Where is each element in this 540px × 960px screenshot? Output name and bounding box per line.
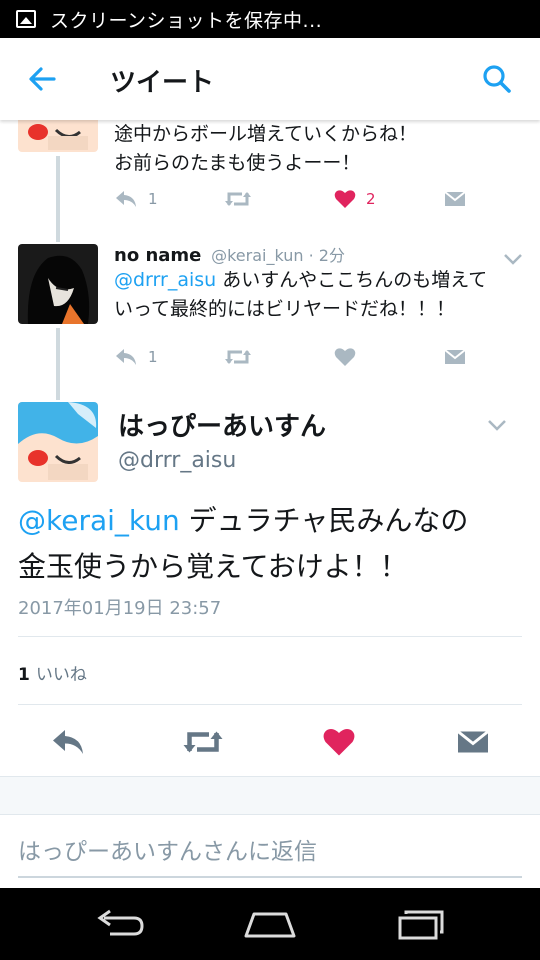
retweet-button[interactable] bbox=[182, 722, 224, 762]
tweet-header: no name @kerai_kun · 2分 bbox=[114, 242, 345, 266]
reply-count: 1 bbox=[148, 348, 158, 366]
reply-count: 1 bbox=[148, 190, 158, 208]
recent-apps-icon[interactable] bbox=[392, 906, 452, 942]
retweet-icon bbox=[183, 731, 223, 753]
search-icon[interactable] bbox=[478, 60, 516, 98]
reply-button[interactable]: 1 bbox=[114, 342, 158, 372]
reply-button[interactable]: 1 bbox=[114, 184, 158, 214]
tweet-actions: 1 bbox=[114, 342, 524, 372]
reply-icon bbox=[116, 191, 136, 207]
main-tweet-actions bbox=[0, 722, 540, 762]
tweet-text: @drrr_aisu あいすんやここちんのも増えて いって最終的にはビリヤードだ… bbox=[114, 266, 530, 324]
tweet-actions: 1 2 bbox=[114, 184, 524, 214]
message-button[interactable] bbox=[456, 722, 490, 762]
navigation-bar bbox=[0, 888, 540, 960]
tweet-text: @kerai_kun デュラチャ民みんなの 金玉使うから覚えておけよ！！ bbox=[18, 498, 528, 590]
retweet-icon bbox=[225, 192, 251, 206]
timestamp: 2017年01月19日 23:57 bbox=[18, 598, 222, 619]
status-bar: スクリーンショットを保存中... bbox=[0, 0, 540, 38]
tweet-detail: 途中からボール増えていくからね！ お前らのたまも使うよーー！ 1 2 no na… bbox=[0, 120, 540, 888]
reply-icon bbox=[116, 349, 136, 365]
text-line: お前らのたまも使うよーー！ bbox=[114, 152, 361, 174]
handle[interactable]: @drrr_aisu bbox=[118, 448, 236, 473]
heart-icon bbox=[334, 190, 356, 208]
spacer bbox=[0, 777, 540, 815]
like-button[interactable] bbox=[322, 722, 356, 762]
like-count: 2 bbox=[366, 190, 376, 208]
reply-input-underline bbox=[18, 876, 522, 878]
thread-line bbox=[56, 156, 60, 242]
chevron-down-icon[interactable] bbox=[502, 252, 524, 266]
avatar[interactable] bbox=[18, 402, 98, 482]
divider bbox=[18, 704, 522, 705]
text-line: いって最終的にはビリヤードだね！！！ bbox=[114, 298, 456, 320]
like-button[interactable]: 2 bbox=[334, 184, 376, 214]
back-icon[interactable] bbox=[90, 906, 150, 942]
image-icon bbox=[16, 10, 36, 28]
page-title: ツイート bbox=[110, 68, 215, 98]
retweet-button[interactable] bbox=[224, 184, 252, 214]
text-line: 途中からボール増えていくからね！ bbox=[114, 123, 418, 145]
display-name[interactable]: no name bbox=[114, 245, 201, 266]
chevron-down-icon[interactable] bbox=[486, 418, 508, 432]
likes-label: いいね bbox=[35, 665, 87, 685]
avatar[interactable] bbox=[18, 244, 98, 324]
likes-summary[interactable]: 1 いいね bbox=[18, 660, 87, 685]
home-icon[interactable] bbox=[240, 906, 300, 942]
display-name[interactable]: はっぴーあいすん bbox=[118, 406, 326, 443]
avatar[interactable] bbox=[18, 120, 98, 152]
envelope-icon bbox=[444, 191, 466, 206]
thread-line bbox=[56, 328, 60, 400]
divider bbox=[18, 636, 522, 637]
tweet-text: 途中からボール増えていくからね！ お前らのたまも使うよーー！ bbox=[114, 120, 524, 178]
retweet-button[interactable] bbox=[224, 342, 252, 372]
text-segment: デュラチャ民みんなの bbox=[179, 504, 469, 537]
reply-icon bbox=[53, 730, 83, 754]
message-button[interactable] bbox=[444, 342, 466, 372]
text-line: 金玉使うから覚えておけよ！！ bbox=[18, 550, 408, 583]
reply-button[interactable] bbox=[50, 722, 86, 762]
reply-input[interactable]: はっぴーあいすんさんに返信 bbox=[18, 832, 317, 866]
handle: @kerai_kun · 2分 bbox=[211, 246, 345, 265]
status-text: スクリーンショットを保存中... bbox=[50, 9, 323, 32]
mention-link[interactable]: @drrr_aisu bbox=[114, 269, 216, 291]
envelope-icon bbox=[457, 730, 489, 753]
heart-icon bbox=[323, 729, 355, 756]
app-bar: ツイート bbox=[0, 38, 540, 120]
divider bbox=[0, 814, 540, 815]
retweet-icon bbox=[225, 350, 251, 364]
mention-link[interactable]: @kerai_kun bbox=[18, 504, 180, 537]
heart-icon bbox=[334, 348, 356, 366]
likes-count: 1 bbox=[18, 665, 30, 685]
message-button[interactable] bbox=[444, 184, 466, 214]
envelope-icon bbox=[444, 349, 466, 364]
text-segment: あいすんやここちんのも増えて bbox=[216, 269, 488, 291]
back-arrow-icon[interactable] bbox=[24, 60, 62, 98]
like-button[interactable] bbox=[334, 342, 356, 372]
